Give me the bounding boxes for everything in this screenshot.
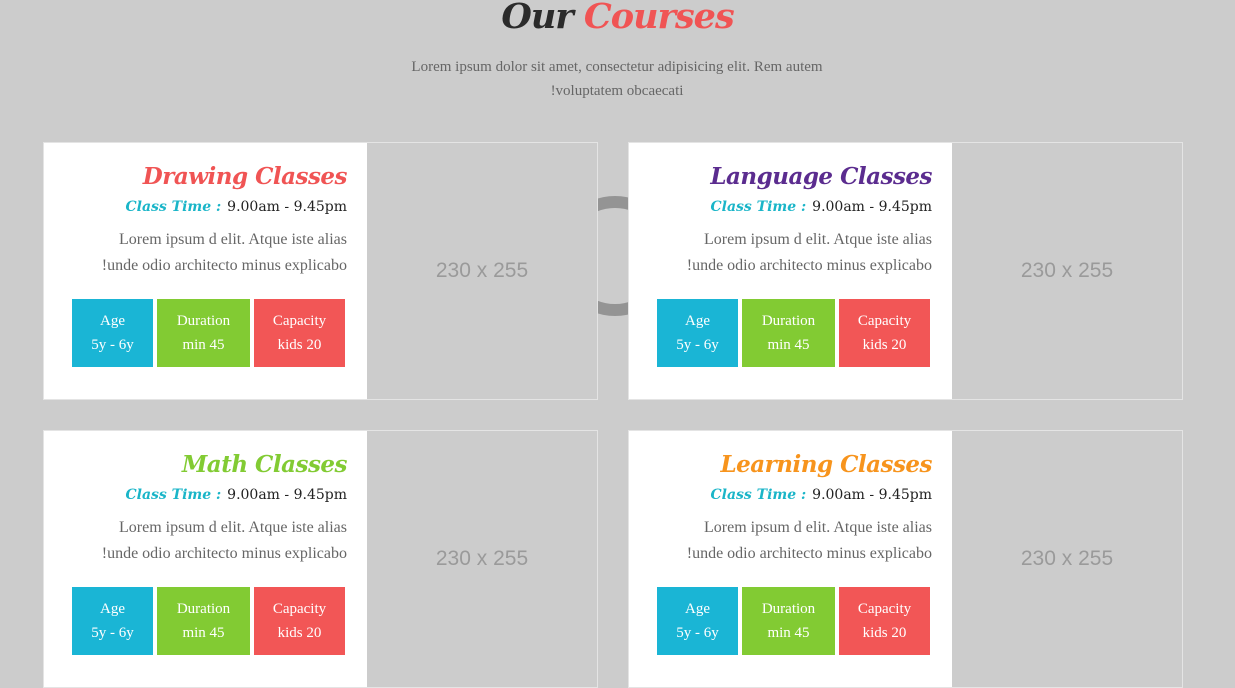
- class-time-label: Class Time :: [710, 487, 807, 503]
- age-value: 5y - 6y: [676, 625, 719, 641]
- age-value: 5y - 6y: [91, 625, 134, 641]
- capacity-label: Capacity: [857, 313, 912, 329]
- duration-badge: Duration min 45: [742, 299, 835, 367]
- capacity-badge: Capacity kids 20: [839, 587, 930, 655]
- course-info: Math Classes Class Time : 9.00am - 9.45pm…: [44, 431, 367, 687]
- description-line-1: Lorem ipsum d elit. Atque iste alias: [704, 231, 932, 248]
- capacity-value: kids 20: [862, 625, 907, 641]
- course-image-placeholder: 230 x 255: [952, 431, 1182, 687]
- duration-value: min 45: [767, 625, 810, 641]
- course-info: Drawing Classes Class Time : 9.00am - 9.4…: [44, 143, 367, 399]
- age-label: Age: [100, 601, 125, 617]
- class-time-label: Class Time :: [125, 199, 222, 215]
- age-label: Age: [685, 601, 710, 617]
- section-subtitle: Lorem ipsum dolor sit amet, consectetur …: [367, 55, 867, 103]
- course-title[interactable]: Math Classes: [44, 431, 348, 482]
- class-time: Class Time : 9.00am - 9.45pm: [629, 197, 932, 217]
- course-description: Lorem ipsum d elit. Atque iste alias !un…: [44, 227, 347, 279]
- course-title[interactable]: Learning Classes: [629, 431, 932, 482]
- duration-label: Duration: [176, 601, 231, 617]
- course-badges: Age 5y - 6y Duration min 45 Capacity kids 2…: [657, 299, 930, 367]
- course-image-placeholder: 230 x 255: [952, 143, 1182, 399]
- course-info: Learning Classes Class Time : 9.00am - 9.…: [629, 431, 952, 687]
- class-time-value: 9.00am - 9.45pm: [227, 487, 347, 503]
- description-line-1: Lorem ipsum d elit. Atque iste alias: [119, 231, 347, 248]
- course-description: Lorem ipsum d elit. Atque iste alias !un…: [629, 227, 932, 279]
- capacity-badge: Capacity kids 20: [254, 299, 345, 367]
- capacity-label: Capacity: [272, 601, 327, 617]
- class-time-value: 9.00am - 9.45pm: [227, 199, 347, 215]
- course-card-learning[interactable]: Learning Classes Class Time : 9.00am - 9.…: [628, 430, 1183, 688]
- section-title: Our Courses: [0, 0, 1235, 40]
- age-label: Age: [685, 313, 710, 329]
- duration-value: min 45: [767, 337, 810, 353]
- title-word-our: Our: [501, 0, 573, 37]
- age-badge: Age 5y - 6y: [657, 587, 738, 655]
- course-card-drawing[interactable]: Drawing Classes Class Time : 9.00am - 9.4…: [43, 142, 598, 400]
- age-badge: Age 5y - 6y: [72, 587, 153, 655]
- duration-label: Duration: [761, 601, 816, 617]
- course-card-language[interactable]: Language Classes Class Time : 9.00am - 9.…: [628, 142, 1183, 400]
- duration-label: Duration: [761, 313, 816, 329]
- age-value: 5y - 6y: [676, 337, 719, 353]
- class-time-value: 9.00am - 9.45pm: [812, 487, 932, 503]
- duration-value: min 45: [182, 625, 225, 641]
- capacity-label: Capacity: [857, 601, 912, 617]
- description-line-1: Lorem ipsum d elit. Atque iste alias: [704, 519, 932, 536]
- class-time-label: Class Time :: [710, 199, 807, 215]
- age-badge: Age 5y - 6y: [72, 299, 153, 367]
- capacity-value: kids 20: [862, 337, 907, 353]
- age-value: 5y - 6y: [91, 337, 134, 353]
- course-description: Lorem ipsum d elit. Atque iste alias !un…: [629, 515, 932, 567]
- course-info: Language Classes Class Time : 9.00am - 9.…: [629, 143, 952, 399]
- course-badges: Age 5y - 6y Duration min 45 Capacity kids 2…: [657, 587, 930, 655]
- duration-badge: Duration min 45: [157, 299, 250, 367]
- capacity-value: kids 20: [277, 337, 322, 353]
- course-description: Lorem ipsum d elit. Atque iste alias !un…: [44, 515, 347, 567]
- description-line-2: !unde odio architecto minus explicabo: [101, 257, 347, 274]
- class-time-label: Class Time :: [125, 487, 222, 503]
- age-badge: Age 5y - 6y: [657, 299, 738, 367]
- subtitle-line-1: Lorem ipsum dolor sit amet, consectetur …: [411, 59, 823, 75]
- class-time: Class Time : 9.00am - 9.45pm: [44, 485, 347, 505]
- capacity-value: kids 20: [277, 625, 322, 641]
- description-line-2: !unde odio architecto minus explicabo: [101, 545, 347, 562]
- age-label: Age: [100, 313, 125, 329]
- capacity-badge: Capacity kids 20: [839, 299, 930, 367]
- capacity-badge: Capacity kids 20: [254, 587, 345, 655]
- title-word-courses: Courses: [583, 0, 735, 37]
- course-title[interactable]: Language Classes: [629, 143, 932, 194]
- duration-value: min 45: [182, 337, 225, 353]
- course-title[interactable]: Drawing Classes: [44, 143, 348, 194]
- course-badges: Age 5y - 6y Duration min 45 Capacity kids 2…: [72, 587, 345, 655]
- description-line-2: !unde odio architecto minus explicabo: [686, 545, 932, 562]
- description-line-1: Lorem ipsum d elit. Atque iste alias: [119, 519, 347, 536]
- duration-badge: Duration min 45: [742, 587, 835, 655]
- description-line-2: !unde odio architecto minus explicabo: [686, 257, 932, 274]
- class-time-value: 9.00am - 9.45pm: [812, 199, 932, 215]
- class-time: Class Time : 9.00am - 9.45pm: [44, 197, 347, 217]
- class-time: Class Time : 9.00am - 9.45pm: [629, 485, 932, 505]
- duration-badge: Duration min 45: [157, 587, 250, 655]
- capacity-label: Capacity: [272, 313, 327, 329]
- course-card-math[interactable]: Math Classes Class Time : 9.00am - 9.45pm…: [43, 430, 598, 688]
- course-image-placeholder: 230 x 255: [367, 431, 597, 687]
- course-image-placeholder: 230 x 255: [367, 143, 597, 399]
- course-badges: Age 5y - 6y Duration min 45 Capacity kids 2…: [72, 299, 345, 367]
- subtitle-line-2: !voluptatem obcaecati: [550, 83, 684, 99]
- duration-label: Duration: [176, 313, 231, 329]
